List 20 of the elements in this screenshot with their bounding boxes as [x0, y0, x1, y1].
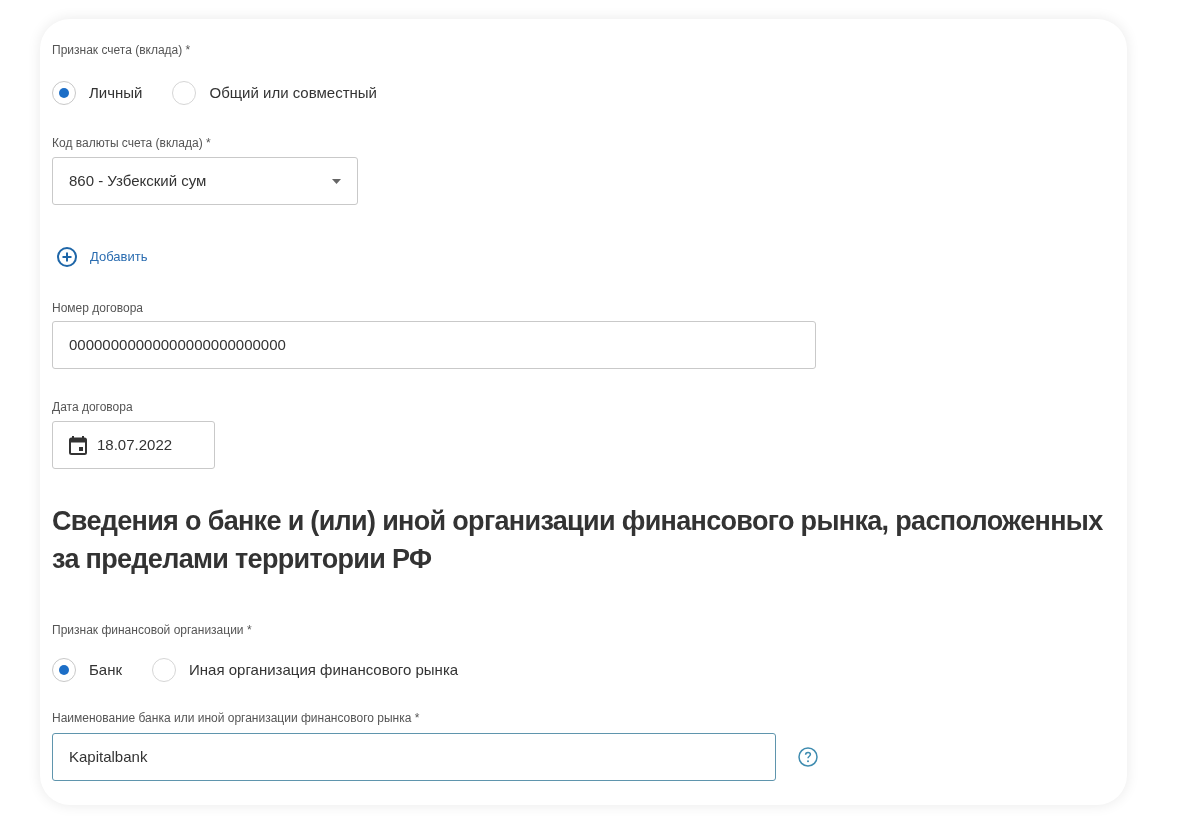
field-label: Дата договора — [52, 399, 133, 415]
radio-option[interactable]: Банк — [52, 658, 123, 682]
date-field[interactable]: 18.07.2022 — [52, 421, 215, 469]
plus-circle-icon — [57, 247, 77, 267]
section-heading: Сведения о банке и (или) иной организации финансового рынка, расположенных за пределами территории РФ — [52, 505, 1104, 576]
currency-select[interactable]: 860 - Узбекский сум — [52, 157, 358, 205]
calendar-icon — [69, 435, 87, 455]
add-button[interactable]: Добавить — [57, 247, 148, 267]
field-label: Номер договора — [52, 300, 143, 316]
field-label: Признак счета (вклада) * — [52, 42, 191, 58]
radio-option[interactable]: Личный — [52, 81, 143, 105]
field-label: Признак финансовой организации * — [52, 622, 252, 638]
caret-icon — [332, 178, 341, 184]
radio-option[interactable]: Общий или совместный — [172, 81, 377, 105]
field-label: Наименование банка или иной организации финансового рынка * — [52, 710, 420, 726]
contract-number-field[interactable]: 00000000000000000000000000 — [52, 321, 816, 369]
help-icon[interactable] — [798, 747, 818, 767]
radio-option[interactable]: Иная организация финансового рынка — [152, 658, 459, 682]
field-label: Код валюты счета (вклада) * — [52, 135, 211, 151]
bank-name-field[interactable]: Kapitalbank — [52, 733, 776, 781]
